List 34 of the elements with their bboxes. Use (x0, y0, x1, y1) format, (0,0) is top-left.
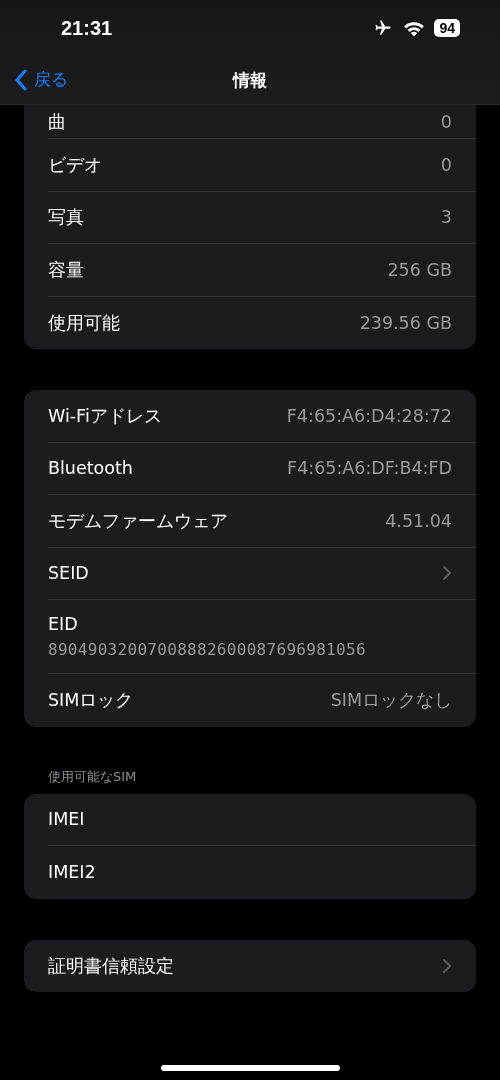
row-label: 曲 (48, 110, 66, 134)
row-value: SIMロックなし (330, 689, 452, 713)
chevron-right-icon (442, 957, 452, 974)
row-value: 256 GB (387, 259, 452, 280)
settings-row[interactable]: SEID (48, 547, 476, 600)
back-button[interactable]: 戻る (14, 68, 68, 91)
row-value: 4.51.04 (385, 510, 452, 531)
row-label: ビデオ (48, 153, 102, 177)
battery-indicator: 94 (434, 19, 460, 37)
row-label: IMEI2 (48, 862, 96, 883)
row-value: F4:65:A6:DF:B4:FD (287, 458, 452, 479)
row-value: 89049032007008882600087696981056 (48, 640, 366, 659)
chevron-right-icon (442, 565, 452, 582)
row-label: Wi-Fiアドレス (48, 404, 162, 428)
nav-title: 情報 (233, 69, 267, 92)
wifi-icon (403, 19, 426, 37)
section-header: 使用可能なSIM (48, 767, 138, 786)
row-label: 証明書信頼設定 (48, 954, 174, 978)
row-label: EID (48, 614, 78, 634)
row-label: モデムファームウェア (48, 509, 228, 533)
row-label: IMEI (48, 809, 85, 830)
row-label: 写真 (48, 206, 84, 230)
row-value: 0 (440, 111, 452, 132)
row-value: 0 (440, 154, 452, 175)
row-label: SIMロック (48, 689, 134, 713)
row-value: F4:65:A6:D4:28:72 (286, 405, 452, 426)
row-value: 239.56 GB (359, 312, 452, 333)
row-label: 容量 (48, 258, 84, 282)
row-label: 使用可能 (48, 311, 120, 335)
row-label: Bluetooth (48, 458, 133, 479)
row-value: 3 (440, 207, 452, 228)
row-label: SEID (48, 563, 89, 584)
chevron-left-icon (14, 68, 28, 91)
status-time: 21:31 (61, 16, 113, 40)
